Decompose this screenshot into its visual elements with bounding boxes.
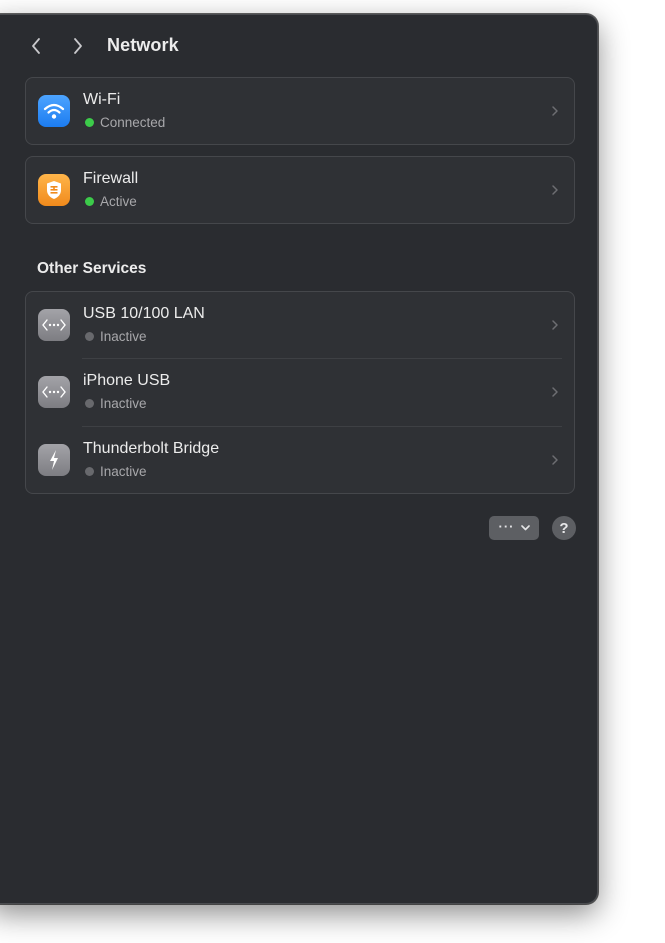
status-label: Connected — [100, 115, 166, 130]
service-status: Connected — [83, 115, 165, 130]
firewall-card: Firewall Active — [25, 156, 575, 224]
chevron-right-icon — [552, 320, 558, 330]
chevron-right-icon — [552, 455, 558, 465]
more-label: ··· — [498, 518, 515, 534]
service-row-usb-lan[interactable]: USB 10/100 LAN Inactive — [26, 292, 574, 359]
chevron-down-icon — [520, 525, 530, 531]
status-dot — [85, 467, 94, 476]
status-label: Active — [100, 194, 137, 209]
wifi-card: Wi-Fi Connected — [25, 77, 575, 145]
chevron-right-icon — [552, 106, 558, 116]
ethernet-icon — [38, 376, 70, 408]
service-row-wifi[interactable]: Wi-Fi Connected — [26, 78, 574, 144]
service-row-firewall[interactable]: Firewall Active — [26, 157, 574, 223]
section-title-other-services: Other Services — [37, 260, 147, 277]
status-dot — [85, 332, 94, 341]
other-services-card: USB 10/100 LAN Inactive iPhone USB Inact… — [25, 291, 575, 494]
service-status: Inactive — [83, 396, 147, 411]
chevron-left-icon — [32, 38, 40, 54]
status-label: Inactive — [100, 329, 147, 344]
status-label: Inactive — [100, 464, 147, 479]
firewall-icon — [38, 174, 70, 206]
service-name: Firewall — [83, 170, 139, 187]
service-status: Inactive — [83, 329, 147, 344]
wifi-icon — [38, 95, 70, 127]
thunderbolt-icon — [38, 444, 70, 476]
more-actions-button[interactable]: ··· — [489, 516, 539, 540]
chevron-right-icon — [552, 185, 558, 195]
service-row-iphone-usb[interactable]: iPhone USB Inactive — [26, 359, 574, 427]
service-name: Thunderbolt Bridge — [83, 440, 220, 457]
ethernet-icon — [38, 309, 70, 341]
service-status: Inactive — [83, 464, 147, 479]
chevron-right-icon — [552, 387, 558, 397]
service-name: iPhone USB — [83, 372, 171, 389]
service-row-thunderbolt-bridge[interactable]: Thunderbolt Bridge Inactive — [26, 427, 574, 493]
status-dot — [85, 197, 94, 206]
page-title: Network — [107, 35, 179, 55]
forward-button[interactable] — [67, 35, 89, 57]
service-name: USB 10/100 LAN — [83, 305, 205, 322]
status-label: Inactive — [100, 396, 147, 411]
service-name: Wi-Fi — [83, 91, 121, 108]
chevron-right-icon — [74, 38, 82, 54]
status-dot — [85, 118, 94, 127]
toolbar: Network — [0, 15, 597, 77]
service-status: Active — [83, 194, 137, 209]
settings-window: Network Wi-Fi Connected Firewall Active … — [0, 14, 598, 904]
back-button[interactable] — [25, 35, 47, 57]
help-button[interactable]: ? — [552, 516, 576, 540]
status-dot — [85, 399, 94, 408]
